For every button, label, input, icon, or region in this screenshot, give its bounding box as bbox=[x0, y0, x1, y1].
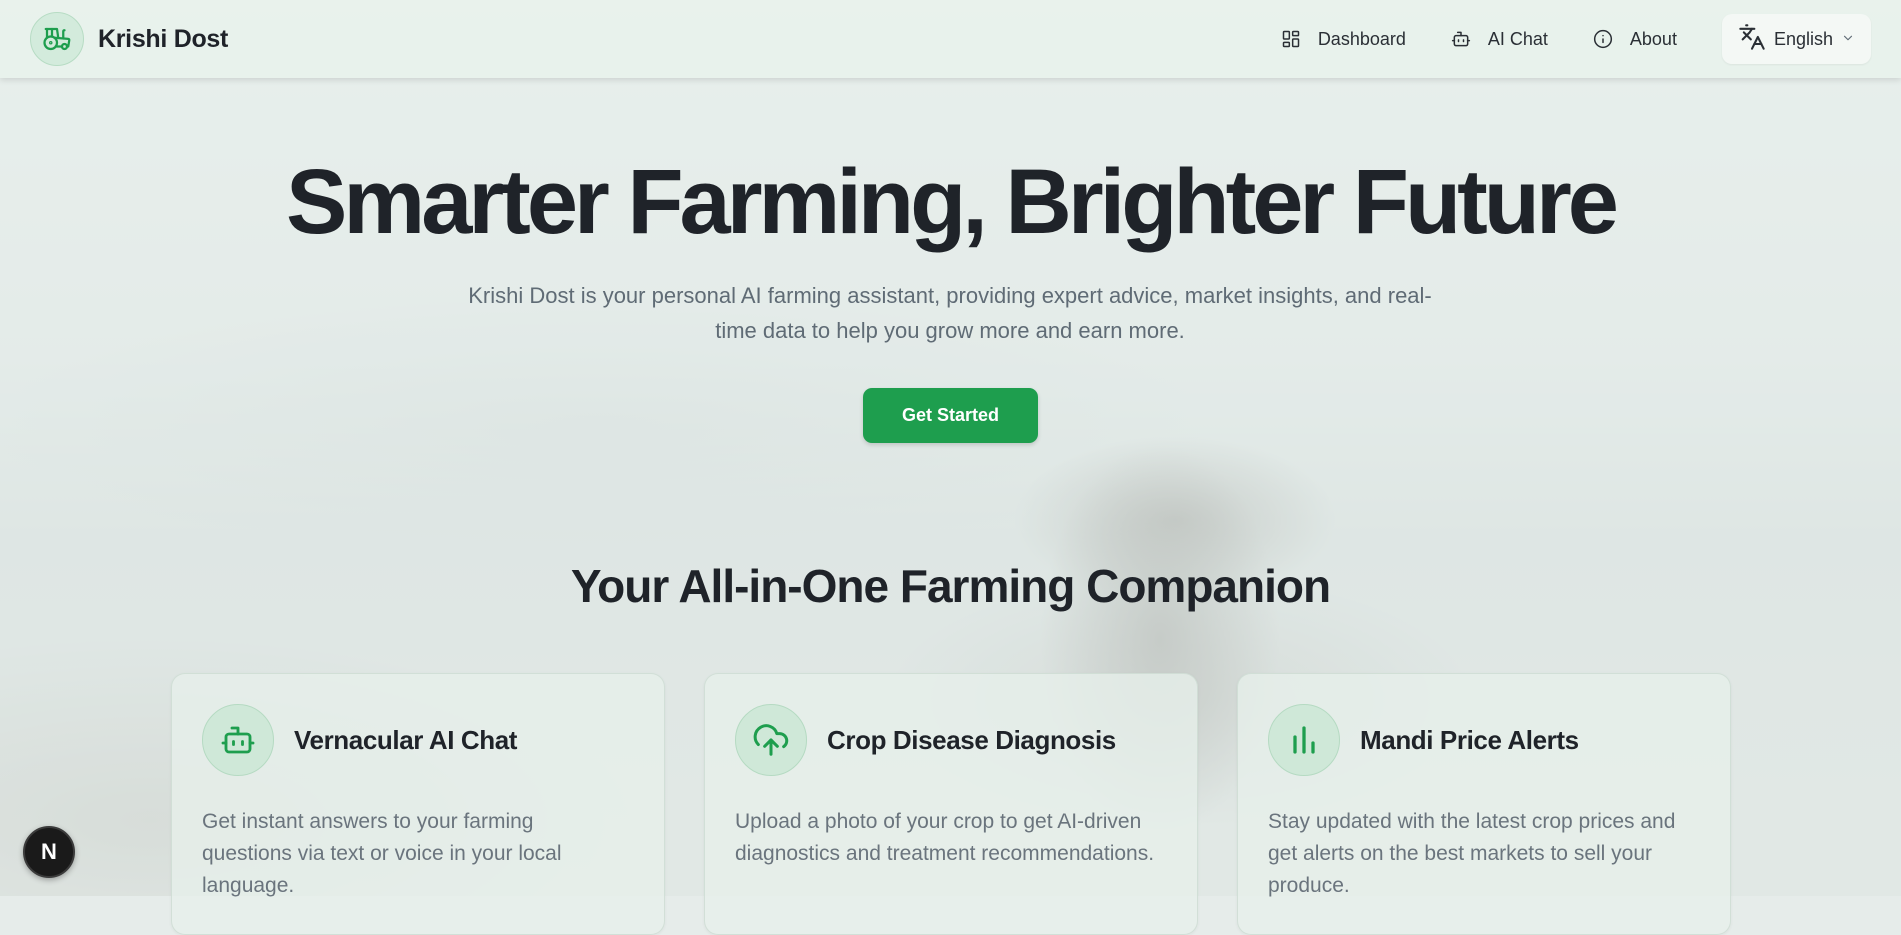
nav-about[interactable]: About bbox=[1593, 29, 1677, 50]
card-title: Vernacular AI Chat bbox=[294, 724, 518, 755]
bar-chart-icon bbox=[1268, 704, 1340, 776]
nav-about-label: About bbox=[1629, 28, 1677, 49]
features-title: Your All-in-One Farming Companion bbox=[570, 560, 1331, 612]
card-title: Crop Disease Diagnosis bbox=[827, 724, 1116, 755]
cloud-upload-icon bbox=[735, 704, 807, 776]
top-navbar: Krishi Dost Dashboard AI Chat About Engl… bbox=[0, 0, 1901, 78]
tractor-icon bbox=[30, 12, 84, 66]
bot-icon bbox=[202, 704, 274, 776]
dev-badge-label: N bbox=[41, 839, 57, 864]
main-nav: Dashboard AI Chat About English bbox=[1281, 0, 1871, 78]
nav-ai-chat-label: AI Chat bbox=[1487, 28, 1548, 49]
card-description: Get instant answers to your farming ques… bbox=[202, 810, 562, 897]
brand-name: Krishi Dost bbox=[98, 24, 229, 53]
card-header: Vernacular AI Chat bbox=[202, 704, 517, 776]
hero-title: Smarter Farming, Brighter Future bbox=[286, 151, 1619, 253]
nav-dashboard-label: Dashboard bbox=[1317, 28, 1406, 49]
translate-icon bbox=[1738, 23, 1766, 56]
info-icon bbox=[1593, 29, 1613, 49]
chevron-down-icon bbox=[1841, 29, 1855, 50]
card-header: Mandi Price Alerts bbox=[1268, 704, 1579, 776]
bot-icon bbox=[1451, 29, 1471, 49]
dashboard-grid-icon bbox=[1281, 29, 1301, 49]
hero-subtitle: Krishi Dost is your personal AI farming … bbox=[468, 283, 1432, 343]
nav-ai-chat[interactable]: AI Chat bbox=[1451, 29, 1548, 50]
card-description: Upload a photo of your crop to get AI-dr… bbox=[735, 810, 1155, 865]
card-description: Stay updated with the latest crop prices… bbox=[1268, 810, 1676, 897]
brand[interactable]: Krishi Dost bbox=[30, 12, 228, 66]
nextjs-dev-badge[interactable]: N bbox=[23, 826, 75, 878]
card-title: Mandi Price Alerts bbox=[1360, 724, 1579, 755]
get-started-button[interactable]: Get Started bbox=[863, 388, 1038, 443]
language-selector[interactable]: English bbox=[1721, 14, 1871, 64]
card-header: Crop Disease Diagnosis bbox=[735, 704, 1116, 776]
nav-dashboard[interactable]: Dashboard bbox=[1281, 29, 1406, 50]
language-label: English bbox=[1773, 28, 1833, 49]
